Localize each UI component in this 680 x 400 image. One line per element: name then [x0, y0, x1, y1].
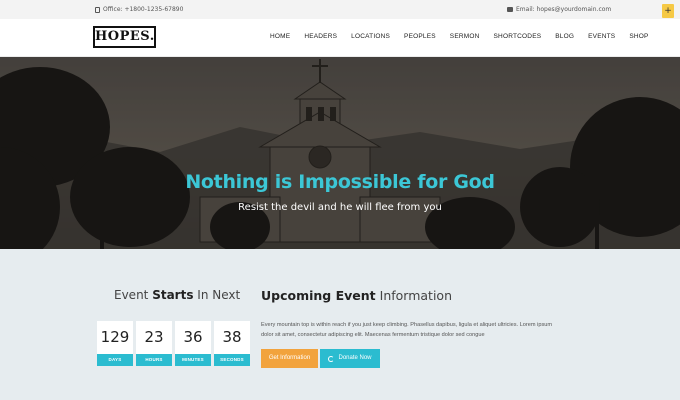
countdown-heading-bold: Starts	[152, 288, 194, 302]
site-header: HOPES. HOME HEADERS LOCATIONS PEOPLES SE…	[0, 19, 680, 57]
event-section: Event Starts In Next Upcoming Event Info…	[0, 249, 680, 400]
countdown-heading: Event Starts In Next	[114, 288, 240, 302]
office-phone-text: Office: +1800-1235-67890	[103, 6, 184, 13]
nav-item-shop[interactable]: SHOP	[622, 33, 655, 40]
church-background-image	[0, 57, 680, 249]
countdown-hours: 23 HOURS	[136, 321, 172, 366]
nav-item-peoples[interactable]: PEOPLES	[397, 33, 443, 40]
countdown-timer: 129 DAYS 23 HOURS 36 MINUTES 38 SECONDS	[97, 321, 250, 366]
countdown-hours-value: 23	[144, 328, 164, 346]
contact-email-text[interactable]: Email: hopes@yourdomain.com	[516, 6, 611, 13]
main-nav: HOME HEADERS LOCATIONS PEOPLES SERMON SH…	[263, 33, 656, 40]
contact-email[interactable]: Email: hopes@yourdomain.com	[507, 6, 611, 13]
countdown-heading-post: In Next	[193, 288, 241, 302]
countdown-hours-label: HOURS	[136, 354, 172, 366]
hero-banner: Nothing is Impossible for God Resist the…	[0, 57, 680, 249]
countdown-minutes-label: MINUTES	[175, 354, 211, 366]
countdown-days-value: 129	[100, 328, 130, 346]
nav-item-home[interactable]: HOME	[263, 33, 297, 40]
nav-item-sermon[interactable]: SERMON	[443, 33, 487, 40]
countdown-days: 129 DAYS	[97, 321, 133, 366]
hero-title: Nothing is Impossible for God	[185, 171, 495, 193]
mail-icon	[507, 7, 513, 12]
upcoming-event-heading-bold: Upcoming Event	[261, 288, 376, 303]
event-description-line-2: dolor sit amet, consectetur adipiscing e…	[261, 331, 485, 338]
refresh-icon	[328, 355, 335, 362]
countdown-minutes-value: 36	[183, 328, 203, 346]
site-logo[interactable]: HOPES.	[93, 26, 156, 48]
countdown-minutes: 36 MINUTES	[175, 321, 211, 366]
upcoming-event-heading-post: Information	[375, 288, 452, 303]
nav-item-shortcodes[interactable]: SHORTCODES	[487, 33, 549, 40]
countdown-days-label: DAYS	[97, 354, 133, 366]
donate-now-button[interactable]: Donate Now	[320, 349, 380, 368]
nav-item-headers[interactable]: HEADERS	[297, 33, 344, 40]
nav-item-blog[interactable]: BLOG	[548, 33, 581, 40]
office-phone: Office: +1800-1235-67890	[95, 6, 183, 13]
hero-subtitle: Resist the devil and he will flee from y…	[238, 202, 442, 213]
upcoming-event-heading: Upcoming Event Information	[261, 288, 452, 303]
top-info-bar: Office: +1800-1235-67890 Email: hopes@yo…	[0, 0, 680, 19]
nav-item-events[interactable]: EVENTS	[581, 33, 622, 40]
countdown-seconds-value: 38	[222, 328, 242, 346]
plus-button[interactable]: +	[662, 4, 674, 18]
phone-icon	[95, 6, 100, 13]
get-information-button[interactable]: Get Information	[261, 349, 318, 368]
countdown-seconds-label: SECONDS	[214, 354, 250, 366]
nav-item-locations[interactable]: LOCATIONS	[344, 33, 397, 40]
donate-now-label: Donate Now	[338, 355, 372, 361]
countdown-seconds: 38 SECONDS	[214, 321, 250, 366]
event-description-line-1: Every mountain top is within reach if yo…	[261, 322, 553, 328]
countdown-heading-pre: Event	[114, 288, 153, 302]
event-description: Every mountain top is within reach if yo…	[261, 321, 591, 340]
